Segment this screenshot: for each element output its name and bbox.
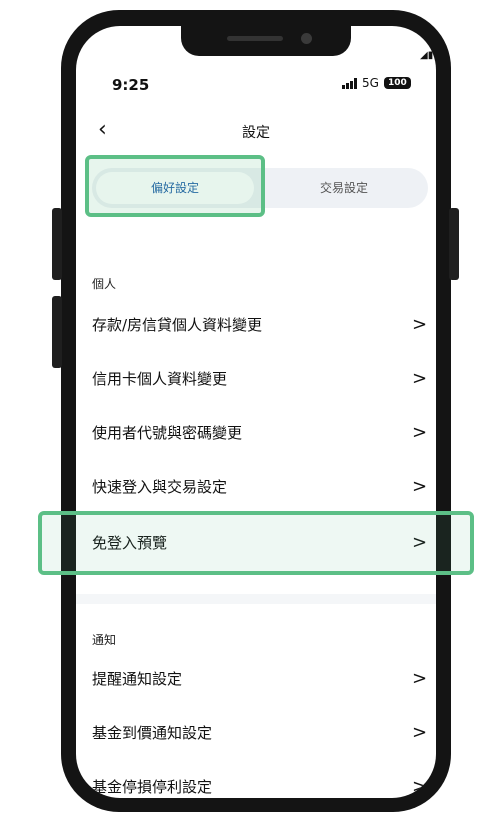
list-item-fund-stop-loss[interactable]: 基金停損停利設定 > [76, 762, 436, 798]
list-item-label: 存款/房信貸個人資料變更 [92, 316, 263, 334]
chevron-right-icon: > [412, 476, 428, 497]
chevron-right-icon: > [412, 776, 428, 797]
status-indicators: 5G 100 [342, 76, 411, 90]
list-item-credit-card-data[interactable]: 信用卡個人資料變更 > [76, 354, 436, 404]
list-item-label: 基金到價通知設定 [92, 724, 213, 742]
header: ‹ 設定 [76, 118, 436, 146]
list-item-label: 提醒通知設定 [92, 670, 183, 688]
list-item-quick-login[interactable]: 快速登入與交易設定 > [76, 462, 436, 512]
side-button-left-1 [52, 208, 62, 280]
highlight-preferences-tab [85, 155, 265, 217]
side-button-left-2 [52, 296, 62, 368]
chevron-right-icon: > [412, 314, 428, 335]
section-title-personal: 個人 [92, 277, 117, 291]
battery-icon: 100 [383, 77, 411, 89]
list-item-personal-data[interactable]: 存款/房信貸個人資料變更 > [76, 300, 436, 350]
list-item-user-id-password[interactable]: 使用者代號與密碼變更 > [76, 408, 436, 458]
chevron-right-icon: > [412, 422, 428, 443]
screen: ◢▮ 9:25 5G 100 ‹ 設定 偏好設定 交易設定 個人 存款/房信貸個… [76, 26, 436, 798]
chevron-right-icon: > [412, 368, 428, 389]
chevron-right-icon: > [412, 722, 428, 743]
page-title: 設定 [242, 125, 270, 141]
speaker [227, 36, 283, 41]
side-button-right [449, 208, 459, 280]
camera-icon [301, 33, 312, 44]
chevron-right-icon: > [412, 668, 428, 689]
list-item-fund-price-alert[interactable]: 基金到價通知設定 > [76, 708, 436, 758]
notch [181, 26, 351, 56]
highlight-login-free-preview [38, 511, 474, 575]
list-item-reminder-settings[interactable]: 提醒通知設定 > [76, 654, 436, 704]
signal-icon [342, 77, 357, 89]
list-item-label: 基金停損停利設定 [92, 778, 213, 796]
section-divider [76, 594, 436, 604]
top-signal-icon: ◢▮ [420, 50, 434, 61]
list-item-label: 信用卡個人資料變更 [92, 370, 228, 388]
status-time: 9:25 [112, 76, 150, 94]
tab-transaction[interactable]: 交易設定 [264, 168, 424, 208]
list-item-label: 快速登入與交易設定 [92, 478, 228, 496]
section-title-notify: 通知 [92, 633, 117, 647]
list-item-label: 使用者代號與密碼變更 [92, 424, 243, 442]
network-label: 5G [362, 76, 379, 90]
